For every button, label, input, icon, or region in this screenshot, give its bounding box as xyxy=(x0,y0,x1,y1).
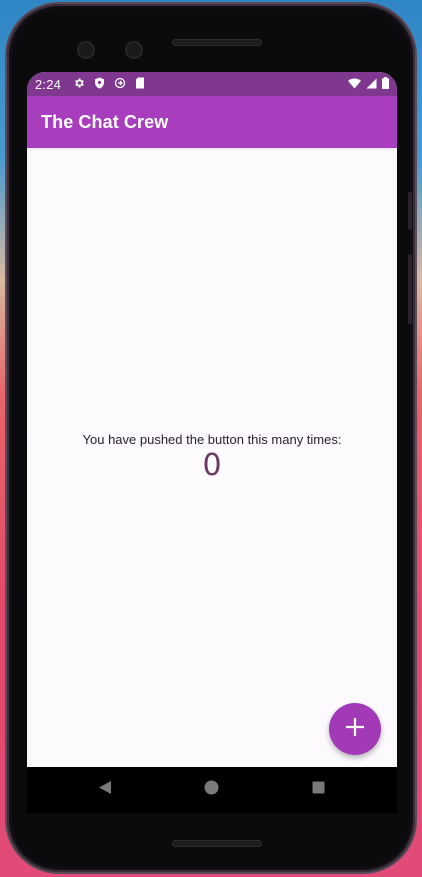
plus-icon xyxy=(345,717,365,741)
earpiece-speaker xyxy=(172,39,262,46)
nav-back-button[interactable] xyxy=(93,778,117,802)
nav-home-button[interactable] xyxy=(199,778,223,802)
increment-button[interactable] xyxy=(329,703,381,755)
app-bar: The Chat Crew xyxy=(27,96,397,148)
counter-label: You have pushed the button this many tim… xyxy=(82,432,342,447)
power-button xyxy=(408,192,412,230)
notification-icons xyxy=(73,77,145,92)
nav-recents-button[interactable] xyxy=(306,778,330,802)
counter-block: You have pushed the button this many tim… xyxy=(27,431,397,483)
signal-icon xyxy=(366,77,377,92)
app-screen: 2:24 The Chat Crew You have pushed the b… xyxy=(27,72,397,767)
sync-icon xyxy=(114,77,126,92)
main-content: You have pushed the button this many tim… xyxy=(27,148,397,767)
system-status-icons xyxy=(348,72,389,96)
front-camera-left xyxy=(77,41,95,59)
wifi-icon xyxy=(348,77,361,92)
recents-icon xyxy=(312,781,325,799)
front-camera-right xyxy=(125,41,143,59)
back-icon xyxy=(98,780,112,800)
bottom-speaker xyxy=(172,840,262,847)
shield-icon xyxy=(94,77,105,92)
app-title: The Chat Crew xyxy=(41,111,169,132)
status-time: 2:24 xyxy=(35,76,62,92)
sd-card-icon xyxy=(135,77,145,92)
home-icon xyxy=(204,780,219,800)
volume-button xyxy=(408,254,412,324)
counter-value: 0 xyxy=(202,448,222,483)
navigation-bar xyxy=(27,767,397,813)
battery-icon xyxy=(382,76,389,92)
status-bar: 2:24 xyxy=(27,72,397,96)
gear-icon xyxy=(73,77,85,92)
